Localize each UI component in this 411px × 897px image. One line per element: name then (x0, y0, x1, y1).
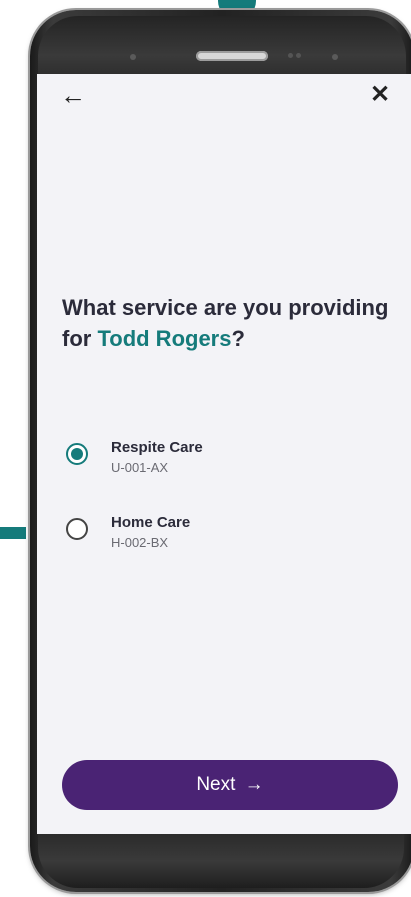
sensor-dot (130, 54, 136, 60)
sensor-dot (296, 53, 301, 58)
decorative-teal-bar (0, 527, 26, 539)
radio-selected-icon[interactable] (66, 443, 88, 465)
arrow-left-icon[interactable]: ← (60, 80, 90, 110)
camera-icon (332, 54, 338, 60)
service-option-respite[interactable]: Respite Care U-001-AX (62, 439, 362, 489)
speaker-grille (196, 51, 268, 61)
close-icon[interactable]: ✕ (370, 80, 396, 110)
radio-unselected-icon[interactable] (66, 518, 88, 540)
option-title: Respite Care (111, 439, 203, 456)
phone-bottom-bezel (38, 834, 404, 888)
page-title: What service are you providing for Todd … (62, 292, 402, 354)
option-code: U-001-AX (111, 460, 169, 475)
next-button-label: Next (196, 774, 236, 795)
sensor-dot (288, 53, 293, 58)
arrow-right-icon: → (244, 774, 264, 795)
option-title: Home Care (111, 514, 191, 531)
next-button[interactable]: Next → (62, 760, 398, 810)
client-name: Todd Rogers (97, 326, 232, 351)
question-suffix: ? (231, 326, 245, 351)
option-code: H-002-BX (111, 535, 169, 550)
service-option-home[interactable]: Home Care H-002-BX (62, 514, 362, 564)
phone-top-bezel (38, 16, 406, 82)
